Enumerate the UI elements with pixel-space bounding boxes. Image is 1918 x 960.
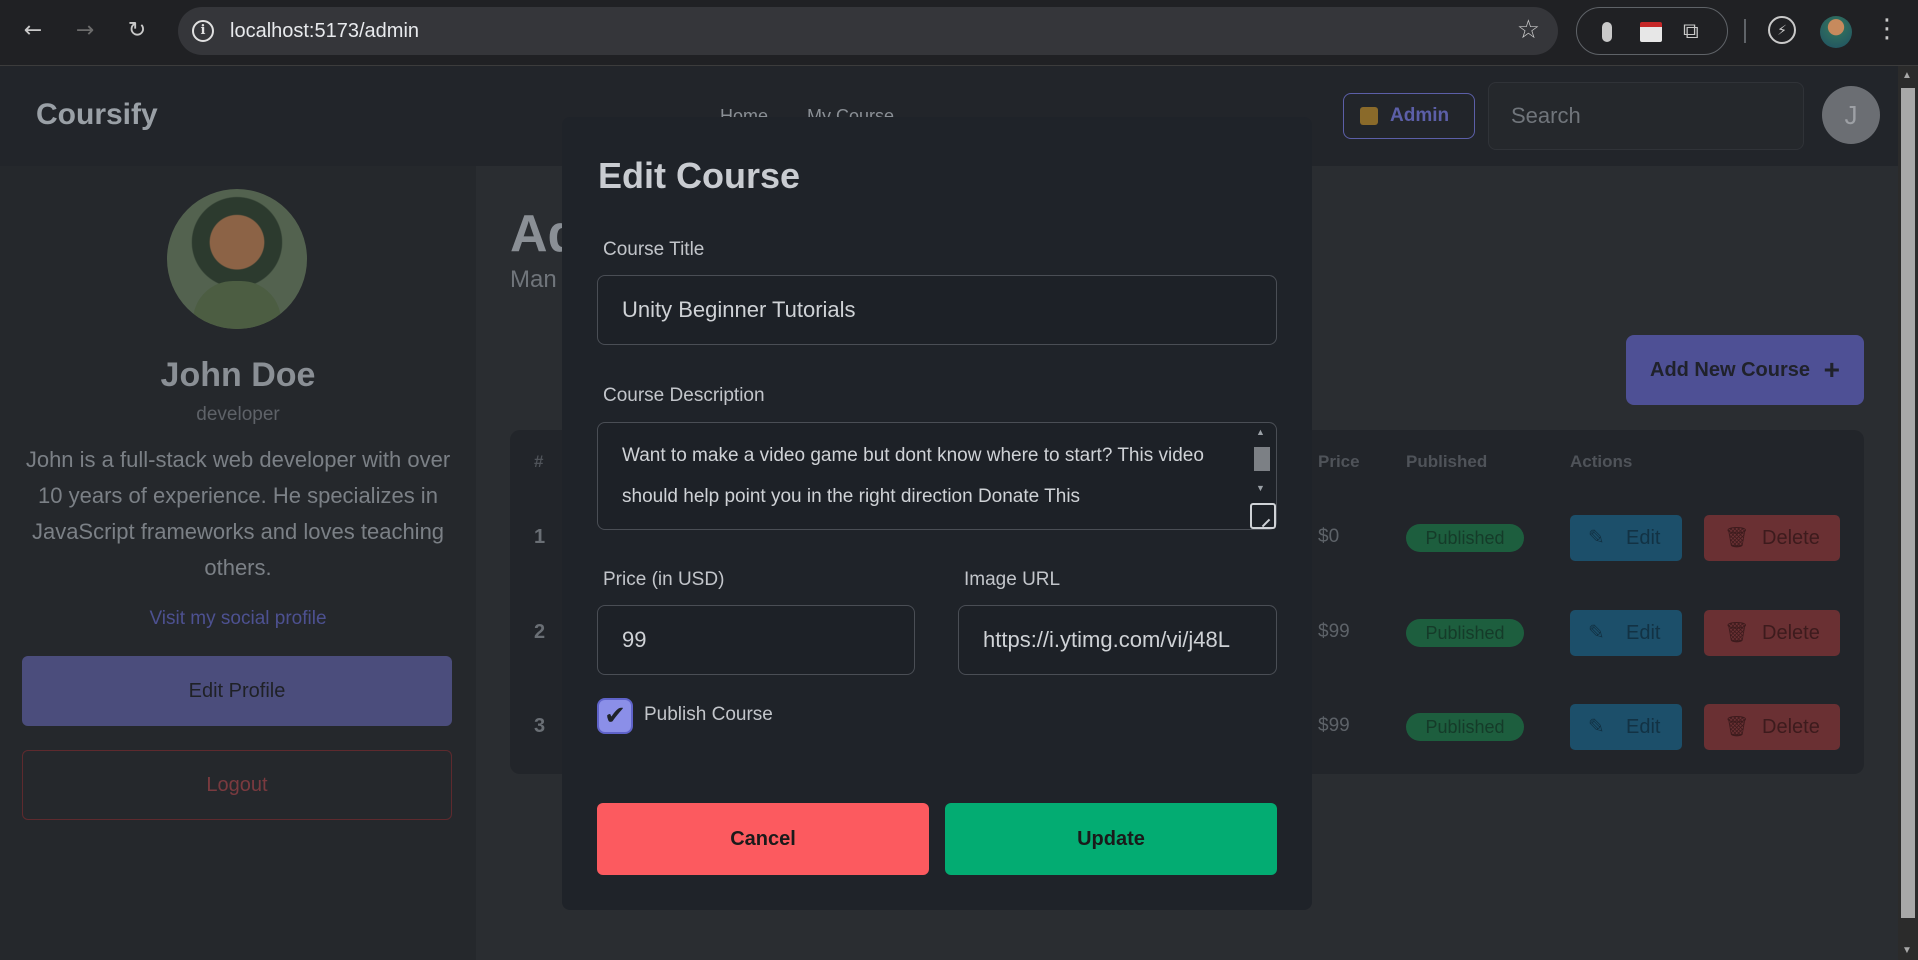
address-bar[interactable]: i localhost:5173/admin ☆: [178, 7, 1558, 55]
extension-calendar-icon[interactable]: [1639, 20, 1663, 44]
browser-menu-icon[interactable]: ⋮: [1874, 14, 1900, 44]
extensions-puzzle-icon[interactable]: ⧉: [1683, 20, 1707, 44]
brand-logo[interactable]: Coursify: [36, 98, 158, 132]
scrollbar-thumb[interactable]: [1901, 88, 1915, 918]
user-edit-icon: ✎: [1588, 527, 1605, 549]
status-badge: Published: [1406, 713, 1524, 741]
profile-role: developer: [196, 404, 280, 425]
textarea-scroll-thumb[interactable]: [1254, 447, 1270, 471]
row-price: $99: [1318, 715, 1350, 736]
extension-mouse-icon[interactable]: [1595, 20, 1619, 44]
image-url-input[interactable]: https://i.ytimg.com/vi/j48L: [958, 605, 1277, 675]
admin-badge-icon: [1360, 107, 1378, 125]
profile-sidebar: John Doe developer John is a full-stack …: [0, 166, 476, 960]
search-input[interactable]: Search: [1488, 82, 1804, 150]
price-label: Price (in USD): [603, 569, 725, 590]
reload-icon[interactable]: ↻: [122, 16, 152, 46]
browser-toolbar: ← → ↻ i localhost:5173/admin ☆ ⧉ ⚡ ⋮: [0, 0, 1918, 66]
price-input[interactable]: 99: [597, 605, 915, 675]
user-edit-icon: ✎: [1588, 622, 1605, 644]
row-edit-button[interactable]: ✎ Edit: [1570, 610, 1682, 656]
row-delete-button[interactable]: 🗑 Delete: [1704, 704, 1840, 750]
user-avatar[interactable]: J: [1822, 86, 1880, 144]
admin-label: Admin: [1390, 105, 1450, 126]
course-title-input[interactable]: Unity Beginner Tutorials: [597, 275, 1277, 345]
profile-bio: John is a full-stack web developer with …: [25, 447, 451, 580]
forward-icon[interactable]: →: [70, 16, 100, 46]
row-edit-button[interactable]: ✎ Edit: [1570, 515, 1682, 561]
page-scrollbar[interactable]: ▲ ▼: [1898, 66, 1918, 960]
social-profile-link[interactable]: Visit my social profile: [0, 608, 476, 630]
textarea-scroll-up-icon[interactable]: ▲: [1256, 427, 1265, 437]
row-index: 1: [534, 526, 546, 548]
publish-label[interactable]: Publish Course: [644, 704, 773, 726]
scroll-down-icon[interactable]: ▼: [1902, 945, 1912, 956]
bookmark-star-icon[interactable]: ☆: [1517, 15, 1540, 45]
edit-course-modal: Edit Course Course Title Unity Beginner …: [562, 117, 1312, 910]
row-delete-button[interactable]: 🗑 Delete: [1704, 610, 1840, 656]
image-url-label: Image URL: [964, 569, 1061, 590]
cancel-button[interactable]: Cancel: [597, 803, 929, 875]
toolbar-divider: [1744, 19, 1746, 43]
add-course-button[interactable]: Add New Course +: [1626, 335, 1864, 405]
browser-profile-avatar[interactable]: [1820, 16, 1852, 48]
col-header-published: Published: [1406, 452, 1488, 471]
row-index: 2: [534, 621, 546, 643]
status-badge: Published: [1406, 619, 1524, 647]
back-icon[interactable]: ←: [18, 16, 48, 46]
modal-title: Edit Course: [598, 155, 801, 196]
resize-handle-icon[interactable]: [1250, 503, 1276, 529]
edit-profile-button[interactable]: Edit Profile: [22, 656, 452, 726]
extensions-group: ⧉: [1576, 7, 1728, 55]
course-description-label: Course Description: [603, 385, 765, 406]
textarea-scroll-down-icon[interactable]: ▼: [1256, 483, 1265, 493]
status-badge: Published: [1406, 524, 1524, 552]
update-button[interactable]: Update: [945, 803, 1277, 875]
profile-name: John Doe: [160, 356, 316, 394]
row-index: 3: [534, 715, 546, 737]
col-header-index: #: [534, 452, 544, 471]
add-course-label: Add New Course: [1650, 359, 1811, 381]
col-header-actions: Actions: [1570, 452, 1633, 471]
user-edit-icon: ✎: [1588, 716, 1605, 738]
plus-icon: +: [1823, 354, 1840, 385]
row-price: $0: [1318, 526, 1340, 547]
admin-button[interactable]: Admin: [1343, 93, 1475, 139]
row-delete-button[interactable]: 🗑 Delete: [1704, 515, 1840, 561]
profile-photo: [167, 189, 307, 329]
site-info-icon[interactable]: i: [192, 20, 214, 42]
course-title-label: Course Title: [603, 239, 705, 260]
trash-icon: 🗑: [1724, 622, 1750, 644]
trash-icon: 🗑: [1724, 527, 1750, 549]
url-text[interactable]: localhost:5173/admin: [230, 20, 419, 43]
logout-button[interactable]: Logout: [22, 750, 452, 820]
trash-icon: 🗑: [1724, 716, 1750, 738]
performance-icon[interactable]: ⚡: [1768, 16, 1796, 44]
row-price: $99: [1318, 621, 1350, 642]
course-description-textarea[interactable]: Want to make a video game but dont know …: [597, 422, 1277, 530]
page-subtitle: Man: [510, 266, 557, 293]
scroll-up-icon[interactable]: ▲: [1902, 70, 1912, 81]
publish-checkbox[interactable]: ✔: [597, 698, 633, 734]
row-edit-button[interactable]: ✎ Edit: [1570, 704, 1682, 750]
col-header-price: Price: [1318, 452, 1360, 471]
